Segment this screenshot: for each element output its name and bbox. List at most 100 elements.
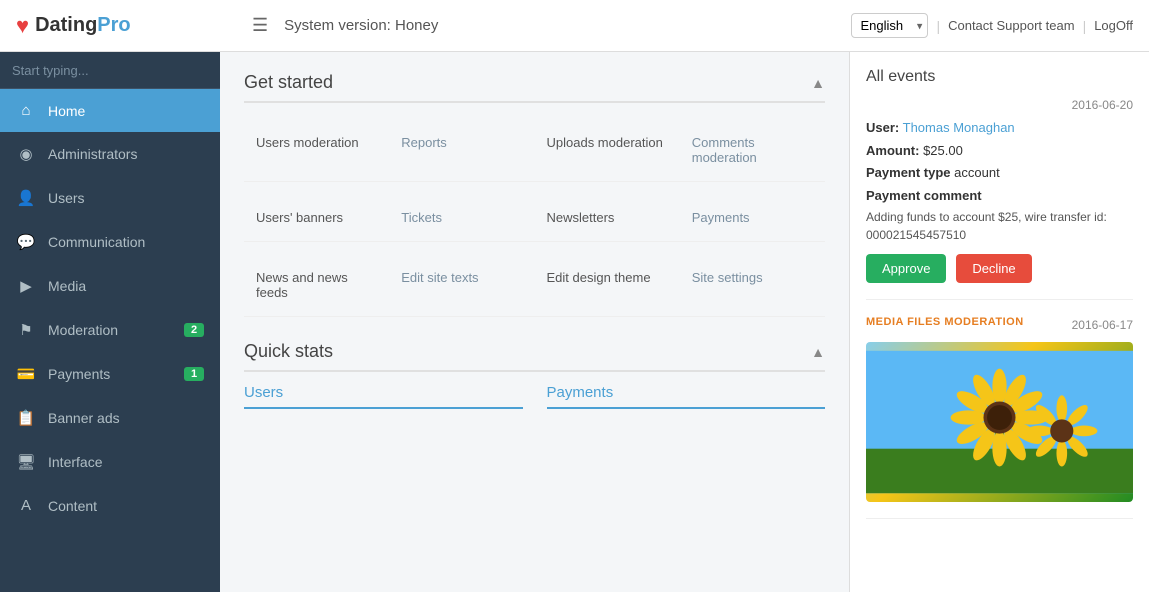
get-started-header: Get started ▲ <box>244 72 825 103</box>
media-image[interactable] <box>866 342 1133 502</box>
media-moderation-card: MEDIA FILES MODERATION 2016-06-17 <box>866 316 1133 519</box>
sidebar-label-administrators: Administrators <box>48 146 204 162</box>
quick-stats-title: Quick stats <box>244 341 333 362</box>
get-started-toggle[interactable]: ▲ <box>811 75 825 91</box>
users-icon: 👤 <box>16 189 36 207</box>
event-user-field: User: Thomas Monaghan <box>866 118 1133 138</box>
language-selector-wrapper[interactable]: English Spanish French German <box>851 13 928 38</box>
sidebar-label-home: Home <box>48 103 204 119</box>
logoff-link[interactable]: LogOff <box>1094 18 1133 33</box>
logo-text: DatingPro <box>35 14 131 37</box>
stats-payments-col: Payments <box>547 384 826 417</box>
grid-link-item: Payments <box>680 194 825 242</box>
event-user-name[interactable]: Thomas Monaghan <box>903 120 1015 135</box>
sidebar-label-media: Media <box>48 278 204 294</box>
grid-link-item: Reports <box>389 119 534 182</box>
heart-icon: ♥ <box>16 13 29 39</box>
quick-stats-toggle[interactable]: ▲ <box>811 344 825 360</box>
right-panel: All events 2016-06-20 User: Thomas Monag… <box>849 52 1149 592</box>
topbar-right: English Spanish French German | Contact … <box>851 13 1133 38</box>
system-version-label: System version: Honey <box>284 17 438 34</box>
grid-link-item: Tickets <box>389 194 534 242</box>
approve-button[interactable]: Approve <box>866 254 946 283</box>
event-actions: Approve Decline <box>866 254 1133 283</box>
payments-icon: 💳 <box>16 365 36 383</box>
interface-icon: 🖥 <box>16 453 36 471</box>
get-started-grid: Users moderation Reports Uploads moderatio… <box>244 119 825 317</box>
get-started-title: Get started <box>244 72 333 93</box>
banner-ads-icon: 📋 <box>16 409 36 427</box>
grid-link[interactable]: Edit site texts <box>401 270 522 285</box>
administrators-icon: ◉ <box>16 145 36 163</box>
communication-icon: 💬 <box>16 233 36 251</box>
sidebar-search-input[interactable] <box>12 63 208 78</box>
sidebar-item-home[interactable]: ⌂ Home <box>0 89 220 132</box>
hamburger-icon[interactable]: ☰ <box>252 15 268 36</box>
grid-link-item: Site settings <box>680 254 825 317</box>
sidebar-item-administrators[interactable]: ◉ Administrators <box>0 132 220 176</box>
grid-link-item: Uploads moderation <box>535 119 680 182</box>
logo: ♥ DatingPro <box>16 13 236 39</box>
sidebar-nav: ⌂ Home ◉ Administrators 👤 Users 💬 Communication… <box>0 89 220 592</box>
sidebar-label-moderation: Moderation <box>48 322 172 338</box>
sidebar-search-area[interactable] <box>0 52 220 89</box>
contact-support-link[interactable]: Contact Support team <box>948 18 1074 33</box>
grid-link-item: Edit design theme <box>535 254 680 317</box>
content-icon: A <box>16 497 36 514</box>
sidebar-item-interface[interactable]: 🖥 Interface <box>0 440 220 484</box>
sidebar-item-payments[interactable]: 💳 Payments 1 <box>0 352 220 396</box>
grid-link-item: News and news feeds <box>244 254 389 317</box>
main-content: Get started ▲ Users moderation Reports Upl… <box>220 52 849 592</box>
sidebar-label-communication: Communication <box>48 234 204 250</box>
event-payment-comment-label: Payment comment <box>866 186 1133 206</box>
grid-link: Newsletters <box>547 210 668 225</box>
grid-link[interactable]: Reports <box>401 135 522 150</box>
sidebar-item-moderation[interactable]: ⚑ Moderation 2 <box>0 308 220 352</box>
all-events-title: All events <box>866 68 1133 86</box>
sidebar-badge-payments: 1 <box>184 367 204 381</box>
media-moderation-date: 2016-06-17 <box>1072 318 1133 332</box>
grid-link[interactable]: Payments <box>692 210 813 225</box>
sidebar: ⌂ Home ◉ Administrators 👤 Users 💬 Communication… <box>0 52 220 592</box>
grid-link-item: Edit site texts <box>389 254 534 317</box>
grid-link-item: Users' banners <box>244 194 389 242</box>
language-select[interactable]: English Spanish French German <box>851 13 928 38</box>
grid-link: News and news feeds <box>256 270 377 300</box>
event-payment-type-field: Payment type account <box>866 163 1133 183</box>
home-icon: ⌂ <box>16 102 36 119</box>
event-comment-text: Adding funds to account $25, wire transf… <box>866 208 1133 244</box>
sidebar-label-interface: Interface <box>48 454 204 470</box>
event-amount-field: Amount: $25.00 <box>866 141 1133 161</box>
sidebar-badge-moderation: 2 <box>184 323 204 337</box>
event-date-row: 2016-06-20 <box>866 98 1133 112</box>
grid-link: Users' banners <box>256 210 377 225</box>
stats-users-col: Users <box>244 384 523 417</box>
sidebar-item-media[interactable]: ▶ Media <box>0 264 220 308</box>
separator-1: | <box>936 18 940 34</box>
grid-link[interactable]: Site settings <box>692 270 813 285</box>
grid-link[interactable]: Comments moderation <box>692 135 813 165</box>
sidebar-label-content: Content <box>48 498 204 514</box>
sidebar-item-users[interactable]: 👤 Users <box>0 176 220 220</box>
sidebar-label-users: Users <box>48 190 204 206</box>
grid-link: Edit design theme <box>547 270 668 285</box>
media-moderation-label: MEDIA FILES MODERATION <box>866 316 1024 328</box>
grid-link[interactable]: Tickets <box>401 210 522 225</box>
sidebar-item-communication[interactable]: 💬 Communication <box>0 220 220 264</box>
grid-link: Uploads moderation <box>547 135 668 150</box>
stats-payments-title: Payments <box>547 384 826 409</box>
event-date: 2016-06-20 <box>1072 98 1133 112</box>
quick-stats-header: Quick stats ▲ <box>244 341 825 372</box>
grid-link-item: Newsletters <box>535 194 680 242</box>
moderation-icon: ⚑ <box>16 321 36 339</box>
sidebar-label-payments: Payments <box>48 366 172 382</box>
separator-2: | <box>1083 18 1087 34</box>
decline-button[interactable]: Decline <box>956 254 1031 283</box>
sidebar-item-content[interactable]: A Content <box>0 484 220 527</box>
stats-users-title: Users <box>244 384 523 409</box>
sidebar-item-banner-ads[interactable]: 📋Banner ads <box>0 396 220 440</box>
event-card: 2016-06-20 User: Thomas Monaghan Amount:… <box>866 98 1133 300</box>
event-amount-value: $25.00 <box>923 143 963 158</box>
grid-link-item: Users moderation <box>244 119 389 182</box>
media-icon: ▶ <box>16 277 36 295</box>
